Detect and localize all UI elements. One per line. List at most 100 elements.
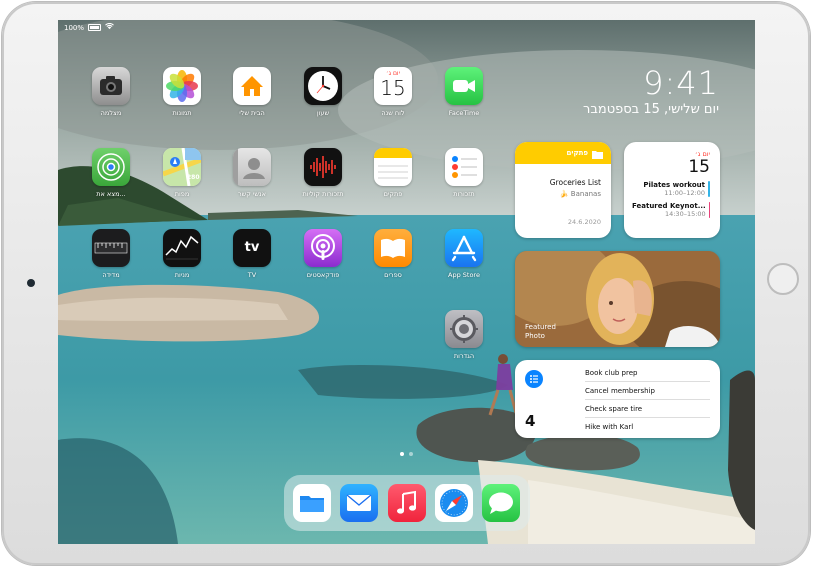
banana-icon: 🍌	[559, 190, 569, 198]
event-color-bar	[708, 181, 710, 197]
folder-icon	[592, 144, 603, 163]
event-time: 14:30–15:00	[664, 210, 706, 218]
app-calendar[interactable]: יום ג׳ 15 לוח שנה	[365, 67, 421, 117]
app-settings[interactable]: הגדרות	[436, 310, 492, 360]
page-indicator[interactable]	[400, 452, 413, 456]
safari-icon[interactable]	[435, 484, 473, 522]
event-color-bar	[708, 202, 710, 218]
app-label: הגדרות	[453, 352, 475, 360]
battery-icon	[88, 24, 102, 31]
app-label: שעון	[316, 109, 330, 117]
app-home[interactable]: הבית שלי	[224, 67, 280, 117]
tv-glyph: tv	[244, 240, 260, 255]
files-icon[interactable]	[293, 484, 331, 522]
page-dot[interactable]	[400, 452, 404, 456]
app-notes[interactable]: פתקים	[365, 148, 421, 198]
status-bar: 100%	[64, 22, 114, 32]
note-title: Groceries List	[549, 178, 601, 187]
contacts-icon	[233, 148, 271, 186]
app-label: App Store	[448, 271, 480, 279]
photo-caption: Photo	[525, 332, 545, 340]
app-facetime[interactable]: FaceTime	[436, 67, 492, 117]
svg-text:280: 280	[187, 174, 200, 181]
app-clock[interactable]: שעון	[295, 67, 351, 117]
app-camera[interactable]: מצלמה	[83, 67, 139, 117]
app-findmy[interactable]: מצא את...	[83, 148, 139, 198]
reminder-item[interactable]: Book club prep	[585, 364, 710, 382]
mail-icon[interactable]	[340, 484, 378, 522]
app-store-icon	[445, 229, 483, 267]
notes-widget-header: פתקים	[515, 142, 611, 164]
notes-widget[interactable]: פתקים Groceries List 🍌 Bananas 24.6.2020	[515, 142, 611, 238]
photo-widget[interactable]: Featured Photo	[515, 251, 720, 347]
music-icon[interactable]	[388, 484, 426, 522]
reminders-count: 4	[525, 412, 536, 430]
app-stocks[interactable]: מניות	[154, 229, 210, 279]
app-label: ספרים	[384, 271, 402, 279]
app-label: מפות	[174, 190, 190, 198]
app-voicememos[interactable]: תזכורות קוליות	[295, 148, 351, 198]
app-label: תזכורות קוליות	[302, 190, 344, 198]
event-title: Featured Keynot...	[632, 202, 706, 210]
event-time: 11:00–12:00	[664, 189, 705, 197]
books-icon	[374, 229, 412, 267]
app-label: FaceTime	[448, 109, 480, 117]
notes-widget-title: פתקים	[566, 149, 588, 157]
app-label: הבית שלי	[239, 109, 265, 117]
reminders-icon	[445, 148, 483, 186]
reminder-item[interactable]: Cancel membership	[585, 382, 710, 400]
app-photos[interactable]: תמונות	[154, 67, 210, 117]
app-maps[interactable]: 280 מפות	[154, 148, 210, 198]
note-date: 24.6.2020	[567, 218, 601, 226]
home-button[interactable]	[767, 263, 799, 295]
app-label: תזכורות	[453, 190, 475, 198]
podcasts-icon	[304, 229, 342, 267]
calendar-event[interactable]: Featured Keynot... 14:30–15:00	[632, 202, 710, 218]
event-title: Pilates workout	[643, 181, 705, 189]
reminders-widget[interactable]: 4 Book club prep Cancel membership Check…	[515, 360, 720, 438]
home-icon	[233, 67, 271, 105]
measure-icon	[92, 229, 130, 267]
app-label: פתקים	[383, 190, 403, 198]
app-label: TV	[247, 271, 257, 279]
dock	[284, 475, 530, 531]
reminder-item[interactable]: Check spare tire	[585, 400, 710, 418]
lock-time: 9:41	[643, 64, 719, 102]
app-appstore[interactable]: App Store	[436, 229, 492, 279]
app-label: לוח שנה	[381, 109, 405, 117]
messages-icon[interactable]	[482, 484, 520, 522]
photos-icon	[163, 67, 201, 105]
app-label: תמונות	[172, 109, 192, 117]
app-label: פודקאסטים	[306, 271, 340, 279]
app-reminders[interactable]: תזכורות	[436, 148, 492, 198]
calendar-icon: יום ג׳ 15	[374, 67, 412, 105]
maps-icon: 280	[163, 148, 201, 186]
camera-icon	[92, 67, 130, 105]
clock-icon	[304, 67, 342, 105]
app-books[interactable]: ספרים	[365, 229, 421, 279]
lock-date: יום שלישי, 15 בספטמבר	[583, 102, 719, 117]
photo-caption: Featured	[525, 323, 556, 331]
apple-tv-icon: tv	[233, 229, 271, 267]
app-label: מצא את...	[96, 190, 126, 198]
app-tv[interactable]: tv TV	[224, 229, 280, 279]
stocks-icon	[163, 229, 201, 267]
app-label: מדידה	[102, 271, 120, 279]
notes-icon	[374, 148, 412, 186]
calendar-widget-date: 15	[688, 157, 710, 177]
battery-percent: 100%	[64, 23, 85, 32]
calendar-widget[interactable]: יום ג׳ 15 Pilates workout 11:00–12:00 Fe…	[624, 142, 720, 238]
settings-gear-icon	[445, 310, 483, 348]
front-camera	[27, 279, 35, 287]
wifi-icon	[105, 22, 114, 32]
note-item: Bananas	[570, 190, 601, 198]
app-label: מצלמה	[100, 109, 122, 117]
calendar-event[interactable]: Pilates workout 11:00–12:00	[632, 181, 710, 197]
app-podcasts[interactable]: פודקאסטים	[295, 229, 351, 279]
calendar-icon-date: 15	[380, 76, 406, 100]
voice-memos-icon	[304, 148, 342, 186]
page-dot[interactable]	[409, 452, 413, 456]
app-contacts[interactable]: אנשי קשר	[224, 148, 280, 198]
app-measure[interactable]: מדידה	[83, 229, 139, 279]
reminder-item[interactable]: Hike with Karl	[585, 418, 710, 435]
